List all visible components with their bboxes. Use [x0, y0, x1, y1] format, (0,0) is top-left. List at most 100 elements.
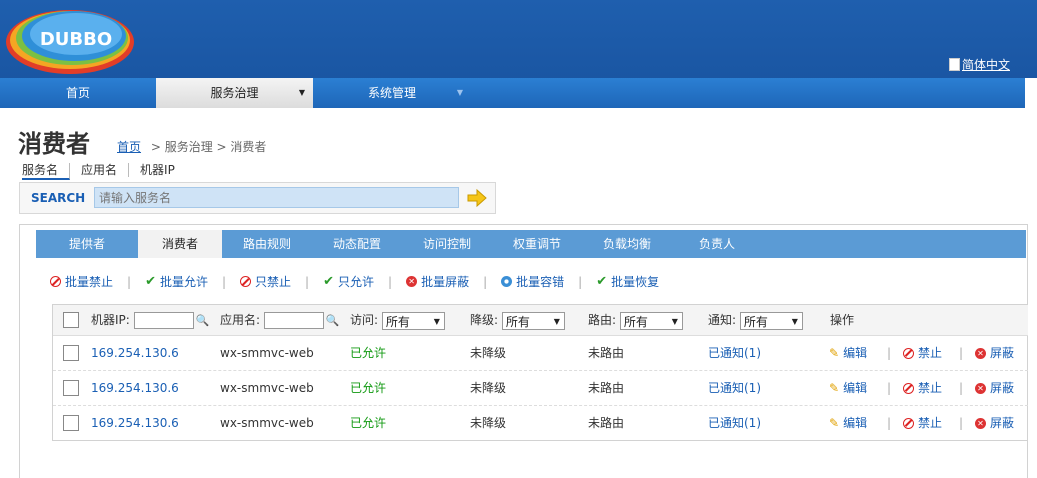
- check-icon: ✔: [596, 274, 608, 289]
- ip-filter-input[interactable]: [133, 312, 194, 329]
- degrade-column-header: 降级:: [470, 313, 499, 327]
- chevron-down-icon: ▼: [553, 316, 560, 326]
- tab-overrides[interactable]: 动态配置: [312, 230, 402, 258]
- route-filter-select[interactable]: 所有 ▼: [619, 311, 683, 330]
- access-filter-select[interactable]: 所有 ▼: [381, 311, 445, 330]
- search-input[interactable]: [94, 187, 459, 208]
- separator: |: [483, 274, 488, 289]
- dropdown-arrow-icon: ▼: [298, 88, 305, 97]
- app-filter-input[interactable]: [263, 312, 324, 329]
- row-app: wx-smmvc-web: [220, 381, 314, 395]
- row-degrade-status: 未降级: [470, 381, 507, 395]
- breadcrumb-consumers: > 消费者: [216, 140, 267, 154]
- tab-weights[interactable]: 权重调节: [492, 230, 582, 258]
- search-icon[interactable]: 🔍: [196, 306, 210, 336]
- only-forbid-button[interactable]: 只禁止: [240, 273, 291, 290]
- batch-allow-button[interactable]: ✔ 批量允许: [145, 273, 208, 290]
- breadcrumb-service-governance: > 服务治理: [150, 140, 213, 154]
- main-nav: 首页 服务治理 ▼ 系统管理 ▼: [0, 78, 1025, 108]
- row-shield-button[interactable]: ✕ 屏蔽: [975, 406, 1014, 440]
- row-ip-link[interactable]: 169.254.130.6: [91, 406, 179, 440]
- search-tab-application[interactable]: 应用名: [70, 163, 130, 177]
- row-notify-link[interactable]: 已通知(1): [708, 406, 761, 440]
- chevron-down-icon: ▼: [791, 316, 798, 326]
- tab-consumers[interactable]: 消费者: [138, 230, 222, 258]
- notify-filter: 通知: 所有 ▼: [708, 305, 803, 335]
- row-degrade-status: 未降级: [470, 416, 507, 430]
- separator: |: [221, 274, 227, 289]
- row-access-status: 已允许: [350, 381, 387, 395]
- batch-recover-button[interactable]: ✔ 批量恢复: [596, 273, 659, 290]
- check-icon: ✔: [145, 274, 156, 289]
- nav-system-management[interactable]: 系统管理 ▼: [313, 78, 471, 108]
- row-forbid-button[interactable]: 禁止: [903, 406, 942, 440]
- table-row: 169.254.130.6 wx-smmvc-web 已允许 未降级 未路由 已…: [53, 336, 1028, 371]
- x-circle-icon: ✕: [406, 276, 418, 287]
- ip-column-header: 机器IP:: [91, 313, 130, 327]
- gear-icon: [501, 276, 513, 287]
- row-edit-button[interactable]: ✎ 编辑: [829, 371, 867, 405]
- nav-service-governance-label: 服务治理: [210, 86, 259, 100]
- select-all-checkbox[interactable]: [63, 312, 79, 328]
- separator: |: [959, 381, 964, 395]
- route-column-header: 路由:: [588, 313, 617, 327]
- access-column-header: 访问:: [350, 313, 379, 327]
- row-edit-button[interactable]: ✎ 编辑: [829, 406, 867, 440]
- row-checkbox[interactable]: [63, 345, 79, 361]
- notify-filter-select[interactable]: 所有 ▼: [739, 311, 803, 330]
- tab-load-balance[interactable]: 负载均衡: [582, 230, 672, 258]
- only-allow-button[interactable]: ✔ 只允许: [323, 273, 374, 290]
- row-notify-link[interactable]: 已通知(1): [708, 371, 761, 405]
- nav-service-governance[interactable]: 服务治理 ▼: [156, 78, 313, 108]
- row-edit-button[interactable]: ✎ 编辑: [829, 336, 867, 370]
- notify-filter-value: 所有: [743, 314, 768, 329]
- dubbo-logo[interactable]: DUBBO: [4, 4, 144, 76]
- language-switch[interactable]: 简体中文: [948, 56, 1010, 73]
- search-tab-ip[interactable]: 机器IP: [129, 163, 186, 177]
- batch-shield-label: 批量屏蔽: [421, 275, 470, 289]
- arrow-right-icon[interactable]: [466, 188, 488, 208]
- row-shield-button[interactable]: ✕ 屏蔽: [975, 371, 1014, 405]
- row-shield-label: 屏蔽: [990, 416, 1015, 430]
- pencil-icon: ✎: [829, 416, 840, 430]
- row-checkbox[interactable]: [63, 415, 79, 431]
- row-shield-label: 屏蔽: [990, 346, 1015, 360]
- row-shield-label: 屏蔽: [990, 381, 1015, 395]
- separator: |: [887, 416, 892, 430]
- separator: |: [388, 274, 393, 289]
- row-forbid-button[interactable]: 禁止: [903, 371, 942, 405]
- tab-access-control[interactable]: 访问控制: [402, 230, 492, 258]
- route-filter: 路由: 所有 ▼: [588, 305, 683, 335]
- batch-tolerate-button[interactable]: 批量容错: [501, 273, 564, 290]
- row-ip-link[interactable]: 169.254.130.6: [91, 336, 179, 370]
- nav-home[interactable]: 首页: [0, 78, 156, 108]
- search-label: SEARCH: [31, 191, 86, 205]
- row-notify-link[interactable]: 已通知(1): [708, 336, 761, 370]
- batch-shield-button[interactable]: ✕ 批量屏蔽: [406, 273, 469, 290]
- row-forbid-label: 禁止: [918, 346, 943, 360]
- tab-routes[interactable]: 路由规则: [222, 230, 312, 258]
- batch-forbid-button[interactable]: 批量禁止: [50, 273, 113, 290]
- row-shield-button[interactable]: ✕ 屏蔽: [975, 336, 1014, 370]
- row-forbid-button[interactable]: 禁止: [903, 336, 942, 370]
- breadcrumb-home-link[interactable]: 首页: [117, 140, 141, 154]
- tab-owners[interactable]: 负责人: [672, 230, 762, 258]
- row-ip-link[interactable]: 169.254.130.6: [91, 371, 179, 405]
- ban-icon: [903, 417, 914, 429]
- degrade-filter-select[interactable]: 所有 ▼: [501, 311, 565, 330]
- row-app: wx-smmvc-web: [220, 416, 314, 430]
- service-tabs: 提供者 消费者 路由规则 动态配置 访问控制 权重调节 负载均衡 负责人: [36, 230, 1026, 258]
- pencil-icon: ✎: [829, 381, 840, 395]
- separator: |: [887, 381, 892, 395]
- row-access-status: 已允许: [350, 346, 387, 360]
- search-icon[interactable]: 🔍: [326, 306, 340, 336]
- tab-providers[interactable]: 提供者: [36, 230, 138, 258]
- row-checkbox[interactable]: [63, 380, 79, 396]
- separator: |: [959, 416, 964, 430]
- app-filter: 应用名: 🔍: [220, 305, 340, 336]
- search-tab-service[interactable]: 服务名: [22, 163, 71, 180]
- ban-icon: [903, 347, 914, 359]
- check-icon: ✔: [323, 274, 334, 289]
- row-route-status: 未路由: [588, 416, 625, 430]
- separator: |: [127, 274, 132, 289]
